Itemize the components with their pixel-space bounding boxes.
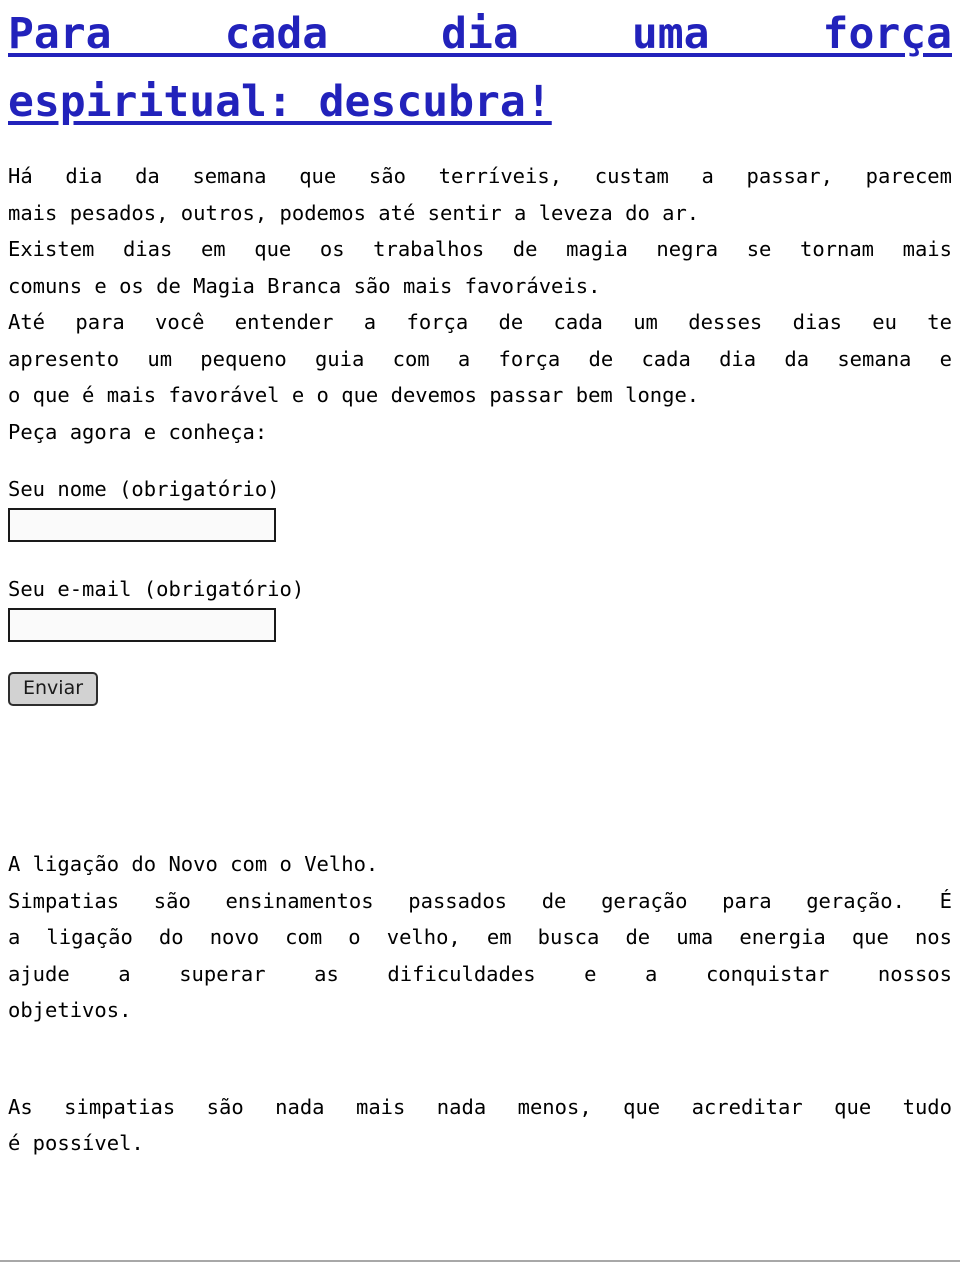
cta-paragraph: Peça agora e conheça: [8, 414, 952, 451]
paragraph-line: Simpatias são ensinamentos passados de g… [8, 888, 952, 913]
paragraph-line: apresento um pequeno guia com a força de… [8, 346, 952, 371]
closing-paragraph-2: Simpatias são ensinamentos passados de g… [8, 883, 952, 1029]
page-root: Para cada dia uma força espiritual: desc… [0, 0, 960, 1270]
paragraph-line: Peça agora e conheça: [8, 419, 268, 444]
paragraph-line: ajude a superar as dificuldades e a conq… [8, 961, 952, 986]
page-title-link[interactable]: Para cada dia uma força espiritual: desc… [8, 0, 952, 136]
page-title-line-2: espiritual: descubra! [8, 77, 552, 127]
email-input[interactable] [8, 608, 276, 642]
paragraph-line: objetivos. [8, 998, 132, 1022]
page-title-line-1: Para cada dia uma força [8, 9, 952, 59]
intro-paragraph-2: Existem dias em que os trabalhos de magi… [8, 231, 952, 304]
name-field-label: Seu nome (obrigatório) [8, 477, 280, 501]
paragraph-line: Até para você entender a força de cada u… [8, 310, 952, 334]
paragraph-line: comuns e os de Magia Branca são mais fav… [8, 273, 601, 298]
submit-button[interactable]: Enviar [8, 672, 99, 706]
paragraph-line: As simpatias são nada mais nada menos, q… [8, 1094, 952, 1119]
paragraph-line: a ligação do novo com o velho, em busca … [8, 925, 952, 949]
paragraph-line: mais pesados, outros, podemos até sentir… [8, 200, 700, 225]
paragraph-line: Há dia da semana que são terríveis, cust… [8, 164, 952, 188]
email-field-group: Seu e-mail (obrigatório) [8, 574, 952, 642]
paragraph-line: é possível. [8, 1131, 144, 1155]
newsletter-signup-form: Seu nome (obrigatório) Seu e-mail (obrig… [8, 474, 952, 706]
paragraph-line: o que é mais favorável e o que devemos p… [8, 383, 700, 407]
intro-paragraph-1: Há dia da semana que são terríveis, cust… [8, 158, 952, 231]
closing-paragraph-1: A ligação do Novo com o Velho. [8, 846, 952, 883]
name-input[interactable] [8, 508, 276, 542]
footer-divider [0, 1260, 960, 1262]
paragraph-line: A ligação do Novo com o Velho. [8, 852, 379, 876]
closing-paragraph-3: As simpatias são nada mais nada menos, q… [8, 1089, 952, 1162]
name-field-group: Seu nome (obrigatório) [8, 474, 952, 542]
email-field-label: Seu e-mail (obrigatório) [8, 577, 305, 601]
paragraph-line: Existem dias em que os trabalhos de magi… [8, 237, 952, 261]
intro-paragraph-3: Até para você entender a força de cada u… [8, 304, 952, 414]
